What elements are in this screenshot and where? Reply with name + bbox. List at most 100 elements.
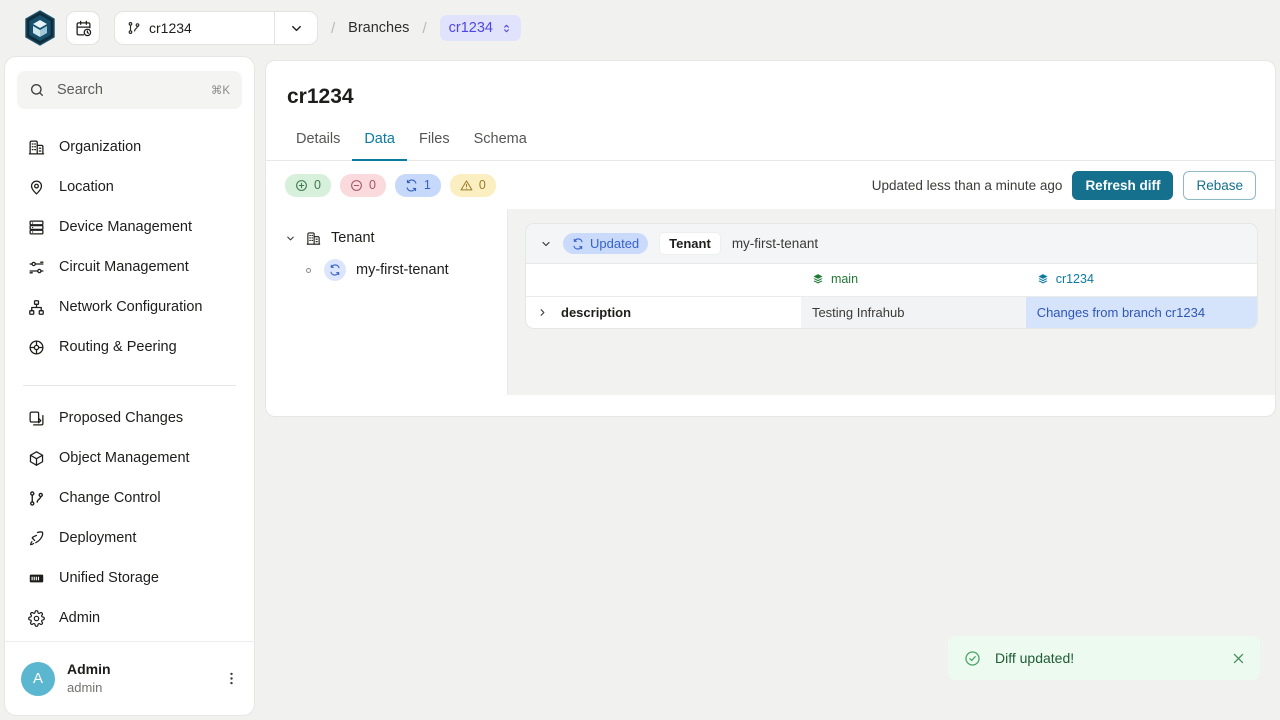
compare-branch-label: cr1234 [1056,272,1094,286]
git-branch-icon [27,489,45,507]
diff-tree-panel: Tenant my-first-tenant [266,209,508,395]
check-circle-icon [964,650,981,667]
status-badge-conflicts[interactable]: 0 [450,174,496,197]
location-pin-icon [27,178,45,196]
kebab-menu-icon[interactable] [223,670,240,687]
sidebar-item-deployment[interactable]: Deployment [5,518,254,558]
diff-body: Tenant my-first-tenant [266,209,1275,395]
sidebar-item-circuit-management[interactable]: Circuit Management [5,247,254,287]
sidebar-item-label: Network Configuration [59,299,202,315]
table-row[interactable]: description Testing Infrahub Changes fro… [526,296,1257,328]
sidebar-item-label: Admin [59,610,100,626]
diff-detail-panel: Updated Tenant my-first-tenant [508,209,1275,395]
close-icon[interactable] [1231,651,1246,666]
sidebar-item-device-management[interactable]: Device Management [5,207,254,247]
diff-summary-badges: 0 0 1 0 [285,174,496,197]
sidebar-secondary-nav: Proposed Changes Object Management Chang… [5,398,254,638]
sidebar-item-label: Location [59,179,114,195]
table-header-row: main cr1234 [526,264,1257,296]
tree-node-label: Tenant [331,230,375,246]
sync-refresh-icon [572,238,584,250]
sidebar-item-label: Unified Storage [59,570,159,586]
sidebar-item-network-configuration[interactable]: Network Configuration [5,287,254,327]
breadcrumb-branches-link[interactable]: Branches [348,20,409,36]
row-attribute-label: description [561,305,631,320]
chevron-up-down-icon [501,22,512,35]
storage-drive-glyph [28,570,45,587]
warning-triangle-icon [460,179,473,192]
sidebar-item-label: Object Management [59,450,190,466]
updated-timestamp: Updated less than a minute ago [872,178,1063,193]
tab-details[interactable]: Details [284,123,352,161]
chevron-right-icon[interactable] [537,307,548,318]
breadcrumb-separator-1: / [331,20,335,37]
branch-selector[interactable]: cr1234 [114,11,274,45]
sidebar-item-label: Circuit Management [59,259,189,275]
tab-data[interactable]: Data [352,123,407,161]
server-rack-icon [27,218,45,236]
circuit-nodes-icon [27,258,45,276]
sidebar-item-object-management[interactable]: Object Management [5,438,254,478]
calendar-clock-icon [75,20,92,37]
avatar: A [21,662,55,696]
diff-object-label: my-first-tenant [732,236,818,251]
sidebar-item-routing-peering[interactable]: Routing & Peering [5,327,254,367]
dot-icon [302,268,314,273]
sidebar-item-label: Organization [59,139,141,155]
sidebar-item-proposed-changes[interactable]: Proposed Changes [5,398,254,438]
network-hierarchy-icon [27,298,45,316]
diff-status-pill: Updated [563,233,648,254]
toast-notification: Diff updated! [948,636,1260,680]
sidebar-user-section[interactable]: A Admin admin [5,641,254,715]
history-calendar-button[interactable] [66,11,100,45]
sidebar-item-change-control[interactable]: Change Control [5,478,254,518]
sidebar-item-admin[interactable]: Admin [5,598,254,638]
chevron-down-icon[interactable] [540,238,552,250]
tab-schema[interactable]: Schema [462,123,539,161]
row-before-value: Testing Infrahub [801,296,1026,328]
sidebar-item-label: Deployment [59,530,136,546]
sync-refresh-icon [324,259,346,281]
badge-count: 0 [479,178,486,192]
storage-drive-icon [27,569,45,587]
toast-message: Diff updated! [995,650,1217,666]
sidebar-item-label: Proposed Changes [59,410,183,426]
tab-bar: Details Data Files Schema [266,109,1275,161]
diff-table: main cr1234 [526,264,1257,328]
user-name: Admin [67,660,111,679]
chevron-down-icon[interactable] [284,233,296,244]
sidebar-item-location[interactable]: Location [5,167,254,207]
refresh-diff-button[interactable]: Refresh diff [1072,171,1173,200]
diff-kind-pill: Tenant [659,232,721,255]
status-badge-removed[interactable]: 0 [340,174,386,197]
plus-circle-icon [295,179,308,192]
search-input[interactable]: Search ⌘K [17,71,242,109]
tree-node-tenant[interactable]: Tenant [284,225,507,251]
sidebar: Search ⌘K Organization Locatio [4,56,255,716]
rebase-button[interactable]: Rebase [1183,171,1256,200]
row-attribute-cell: description [526,296,801,328]
diff-card-header[interactable]: Updated Tenant my-first-tenant [526,224,1257,264]
chevron-down-icon [289,21,304,36]
tree-node-label: my-first-tenant [356,262,449,278]
gear-icon [27,609,45,627]
copy-pages-icon [27,409,45,427]
branch-stack-icon [812,273,824,285]
page-title: cr1234 [266,61,1275,109]
tree-node-my-first-tenant[interactable]: my-first-tenant [284,257,507,283]
organization-building-icon [306,231,321,246]
status-badge-updated[interactable]: 1 [395,174,441,197]
sync-refresh-icon [405,179,418,192]
breadcrumb-current-branch[interactable]: cr1234 [440,15,521,41]
infrahub-hexagon-logo[interactable] [24,10,56,46]
breadcrumb-current-label: cr1234 [449,20,493,36]
sidebar-item-unified-storage[interactable]: Unified Storage [5,558,254,598]
sidebar-item-organization[interactable]: Organization [5,127,254,167]
rocket-icon [27,529,45,547]
user-username: admin [67,679,111,697]
branch-stack-icon [1037,273,1049,285]
diff-status-label: Updated [590,236,639,251]
tab-files[interactable]: Files [407,123,462,161]
status-badge-added[interactable]: 0 [285,174,331,197]
branch-selector-toggle[interactable] [274,11,318,45]
